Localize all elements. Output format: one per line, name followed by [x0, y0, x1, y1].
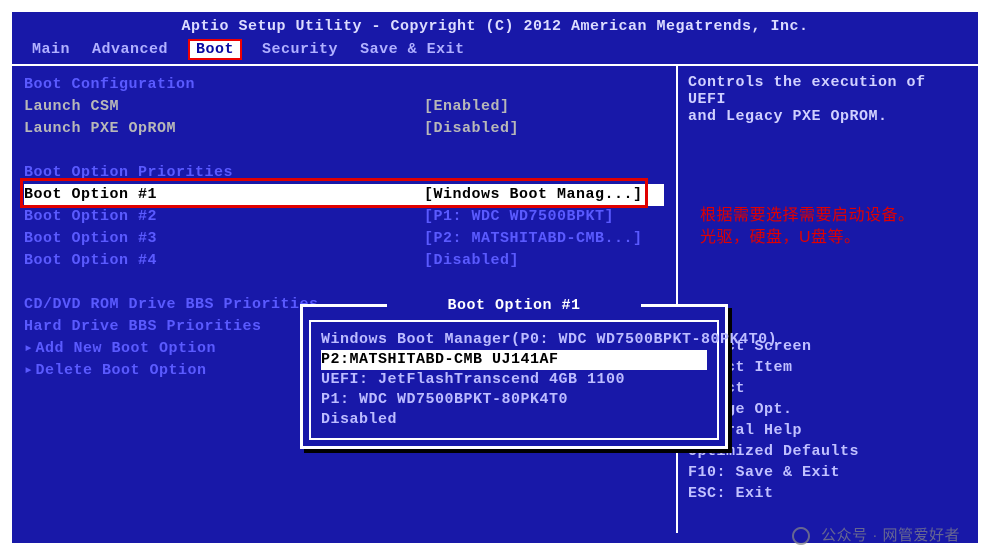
help-desc-line1: Controls the execution of UEFI	[688, 74, 968, 108]
popup-opt-matshita[interactable]: P2:MATSHITABD-CMB UJ141AF	[321, 350, 707, 370]
watermark-text: 公众号 · 网管爱好者	[821, 527, 960, 544]
tab-main[interactable]: Main	[32, 41, 70, 58]
label-launch-csm: Launch CSM	[24, 96, 424, 118]
popup-opt-wdc[interactable]: P1: WDC WD7500BPKT-80PK4T0	[321, 390, 707, 410]
row-launch-pxe[interactable]: Launch PXE OpROM [Disabled]	[24, 118, 664, 140]
help-select: Select	[688, 378, 968, 399]
menu-bar: Main Advanced Boot Security Save & Exit	[12, 41, 978, 64]
popup-opt-windows-boot-mgr[interactable]: Windows Boot Manager(P0: WDC WD7500BPKT-…	[321, 330, 707, 350]
help-change-opt: Change Opt.	[688, 399, 968, 420]
popup-options: Windows Boot Manager(P0: WDC WD7500BPKT-…	[309, 320, 719, 440]
help-save-exit: F10: Save & Exit	[688, 462, 968, 483]
tab-advanced[interactable]: Advanced	[92, 41, 168, 58]
bios-window: Aptio Setup Utility - Copyright (C) 2012…	[10, 10, 980, 545]
annotation-text: 根据需要选择需要启动设备。 光驱，硬盘，U盘等。	[700, 205, 915, 249]
row-boot-opt-4[interactable]: Boot Option #4 [Disabled]	[24, 250, 664, 272]
panel-right: Controls the execution of UEFI and Legac…	[678, 66, 978, 533]
annotation-line2: 光驱，硬盘，U盘等。	[700, 227, 915, 249]
label-boot-opt-3: Boot Option #3	[24, 228, 424, 250]
label-boot-opt-4: Boot Option #4	[24, 250, 424, 272]
row-boot-opt-3[interactable]: Boot Option #3 [P2: MATSHITABD-CMB...]	[24, 228, 664, 250]
bios-title: Aptio Setup Utility - Copyright (C) 2012…	[12, 12, 978, 41]
label-boot-opt-2: Boot Option #2	[24, 206, 424, 228]
tab-boot[interactable]: Boot	[188, 39, 242, 60]
help-defaults: Optimized Defaults	[688, 441, 968, 462]
help-desc-line2: and Legacy PXE OpROM.	[688, 108, 968, 125]
label-boot-opt-1: Boot Option #1	[24, 184, 424, 206]
tab-security[interactable]: Security	[262, 41, 338, 58]
label-launch-pxe: Launch PXE OpROM	[24, 118, 424, 140]
row-boot-opt-1[interactable]: Boot Option #1 [Windows Boot Manag...]	[24, 184, 664, 206]
tab-save-exit[interactable]: Save & Exit	[360, 41, 465, 58]
popup-opt-disabled[interactable]: Disabled	[321, 410, 707, 430]
value-boot-opt-3: [P2: MATSHITABD-CMB...]	[424, 228, 643, 250]
value-launch-csm: [Enabled]	[424, 96, 510, 118]
watermark: 公众号 · 网管爱好者	[792, 524, 960, 545]
heading-boot-priorities: Boot Option Priorities	[24, 162, 424, 184]
annotation-line1: 根据需要选择需要启动设备。	[700, 205, 915, 227]
help-general: General Help	[688, 420, 968, 441]
wechat-logo-icon	[792, 527, 810, 545]
value-boot-opt-2: [P1: WDC WD7500BPKT]	[424, 206, 614, 228]
popup-title: Boot Option #1	[387, 297, 640, 314]
help-keys: Select Screen Select Item Select Change …	[688, 336, 968, 504]
value-launch-pxe: [Disabled]	[424, 118, 519, 140]
boot-option-popup: Boot Option #1 Windows Boot Manager(P0: …	[300, 304, 728, 449]
row-launch-csm[interactable]: Launch CSM [Enabled]	[24, 96, 664, 118]
row-boot-opt-2[interactable]: Boot Option #2 [P1: WDC WD7500BPKT]	[24, 206, 664, 228]
help-select-item: Select Item	[688, 357, 968, 378]
value-boot-opt-1: [Windows Boot Manag...]	[424, 184, 643, 206]
help-esc-exit: ESC: Exit	[688, 483, 968, 504]
value-boot-opt-4: [Disabled]	[424, 250, 519, 272]
heading-boot-config: Boot Configuration	[24, 74, 424, 96]
popup-opt-uefi-jetflash[interactable]: UEFI: JetFlashTranscend 4GB 1100	[321, 370, 707, 390]
